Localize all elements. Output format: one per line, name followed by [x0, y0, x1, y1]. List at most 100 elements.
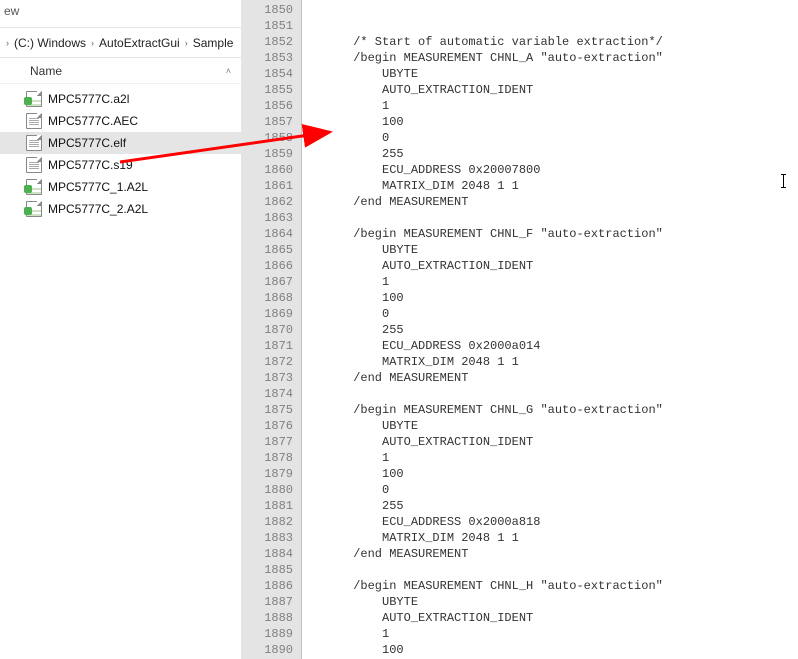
code-line[interactable]: MATRIX_DIM 2048 1 1: [310, 354, 798, 370]
code-line[interactable]: [310, 210, 798, 226]
code-line[interactable]: 1: [310, 626, 798, 642]
code-line[interactable]: 255: [310, 322, 798, 338]
line-number: 1859: [242, 146, 293, 162]
line-number: 1884: [242, 546, 293, 562]
code-line[interactable]: ECU_ADDRESS 0x2000a818: [310, 514, 798, 530]
code-line[interactable]: UBYTE: [310, 66, 798, 82]
explorer-pane: ew › (C:) Windows › AutoExtractGui › Sam…: [0, 0, 242, 659]
code-line[interactable]: 255: [310, 146, 798, 162]
line-number: 1881: [242, 498, 293, 514]
file-row[interactable]: MPC5777C.AEC: [0, 110, 241, 132]
ribbon-tab-label[interactable]: ew: [0, 0, 241, 28]
column-header-name[interactable]: Name ˄: [0, 58, 241, 84]
code-line[interactable]: 100: [310, 642, 798, 658]
code-line[interactable]: AUTO_EXTRACTION_IDENT: [310, 434, 798, 450]
line-number: 1871: [242, 338, 293, 354]
breadcrumb[interactable]: › (C:) Windows › AutoExtractGui › Sample: [0, 28, 241, 58]
line-number: 1867: [242, 274, 293, 290]
code-line[interactable]: ECU_ADDRESS 0x20007800: [310, 162, 798, 178]
file-row[interactable]: MPC5777C.s19: [0, 154, 241, 176]
code-line[interactable]: UBYTE: [310, 418, 798, 434]
file-name-label: MPC5777C.s19: [48, 158, 133, 172]
column-header-label: Name: [30, 64, 62, 78]
line-number: 1886: [242, 578, 293, 594]
code-line[interactable]: /end MEASUREMENT: [310, 546, 798, 562]
code-line[interactable]: 0: [310, 482, 798, 498]
line-number: 1878: [242, 450, 293, 466]
line-number: 1860: [242, 162, 293, 178]
line-number: 1876: [242, 418, 293, 434]
chevron-right-icon[interactable]: ›: [91, 38, 94, 48]
code-line[interactable]: 255: [310, 498, 798, 514]
line-number: 1866: [242, 258, 293, 274]
code-line[interactable]: 100: [310, 114, 798, 130]
file-name-label: MPC5777C.elf: [48, 136, 126, 150]
line-number: 1887: [242, 594, 293, 610]
code-line[interactable]: AUTO_EXTRACTION_IDENT: [310, 258, 798, 274]
line-number: 1863: [242, 210, 293, 226]
file-name-label: MPC5777C.AEC: [48, 114, 138, 128]
code-line[interactable]: MATRIX_DIM 2048 1 1: [310, 530, 798, 546]
code-line[interactable]: /begin MEASUREMENT CHNL_H "auto-extracti…: [310, 578, 798, 594]
code-line[interactable]: /begin MEASUREMENT CHNL_G "auto-extracti…: [310, 402, 798, 418]
code-area[interactable]: /* Start of automatic variable extractio…: [302, 0, 798, 659]
code-line[interactable]: AUTO_EXTRACTION_IDENT: [310, 82, 798, 98]
line-number: 1883: [242, 530, 293, 546]
breadcrumb-seg[interactable]: Sample: [192, 34, 235, 52]
line-number: 1858: [242, 130, 293, 146]
line-number: 1868: [242, 290, 293, 306]
code-line[interactable]: AUTO_EXTRACTION_IDENT: [310, 610, 798, 626]
file-row[interactable]: MPC5777C.a2l: [0, 88, 241, 110]
code-line[interactable]: /begin MEASUREMENT CHNL_F "auto-extracti…: [310, 226, 798, 242]
code-line[interactable]: /end MEASUREMENT: [310, 370, 798, 386]
line-number: 1872: [242, 354, 293, 370]
line-number: 1853: [242, 50, 293, 66]
line-number: 1888: [242, 610, 293, 626]
code-line[interactable]: [310, 562, 798, 578]
line-number: 1852: [242, 34, 293, 50]
chevron-right-icon[interactable]: ›: [185, 38, 188, 48]
code-line[interactable]: /* Start of automatic variable extractio…: [310, 34, 798, 50]
code-line[interactable]: 100: [310, 290, 798, 306]
line-number: 1890: [242, 642, 293, 658]
line-number: 1869: [242, 306, 293, 322]
line-number: 1873: [242, 370, 293, 386]
file-row[interactable]: MPC5777C.elf: [0, 132, 241, 154]
line-number: 1870: [242, 322, 293, 338]
code-line[interactable]: 100: [310, 466, 798, 482]
line-number-gutter: 1850185118521853185418551856185718581859…: [242, 0, 302, 659]
file-icon: [26, 91, 42, 107]
line-number: 1862: [242, 194, 293, 210]
code-line[interactable]: ECU_ADDRESS 0x2000a014: [310, 338, 798, 354]
chevron-right-icon[interactable]: ›: [6, 38, 9, 48]
file-name-label: MPC5777C_1.A2L: [48, 180, 148, 194]
code-line[interactable]: /begin MEASUREMENT CHNL_A "auto-extracti…: [310, 50, 798, 66]
code-line[interactable]: UBYTE: [310, 594, 798, 610]
breadcrumb-seg[interactable]: (C:) Windows: [13, 34, 87, 52]
file-row[interactable]: MPC5777C_1.A2L: [0, 176, 241, 198]
code-line[interactable]: 1: [310, 274, 798, 290]
code-line[interactable]: [310, 2, 798, 18]
code-line[interactable]: [310, 18, 798, 34]
file-list[interactable]: MPC5777C.a2l MPC5777C.AEC MPC5777C.elf MPC5…: [0, 84, 241, 220]
file-icon: [26, 179, 42, 195]
code-line[interactable]: 1: [310, 450, 798, 466]
code-line[interactable]: 1: [310, 98, 798, 114]
code-line[interactable]: MATRIX_DIM 2048 1 1: [310, 178, 798, 194]
file-icon: [26, 113, 42, 129]
line-number: 1861: [242, 178, 293, 194]
code-line[interactable]: 0: [310, 130, 798, 146]
line-number: 1855: [242, 82, 293, 98]
code-line[interactable]: 0: [310, 306, 798, 322]
line-number: 1851: [242, 18, 293, 34]
sort-ascending-icon: ˄: [226, 66, 231, 76]
line-number: 1874: [242, 386, 293, 402]
file-row[interactable]: MPC5777C_2.A2L: [0, 198, 241, 220]
code-line[interactable]: UBYTE: [310, 242, 798, 258]
code-line[interactable]: /end MEASUREMENT: [310, 194, 798, 210]
line-number: 1880: [242, 482, 293, 498]
code-line[interactable]: [310, 386, 798, 402]
breadcrumb-seg[interactable]: AutoExtractGui: [98, 34, 181, 52]
line-number: 1850: [242, 2, 293, 18]
file-icon: [26, 157, 42, 173]
